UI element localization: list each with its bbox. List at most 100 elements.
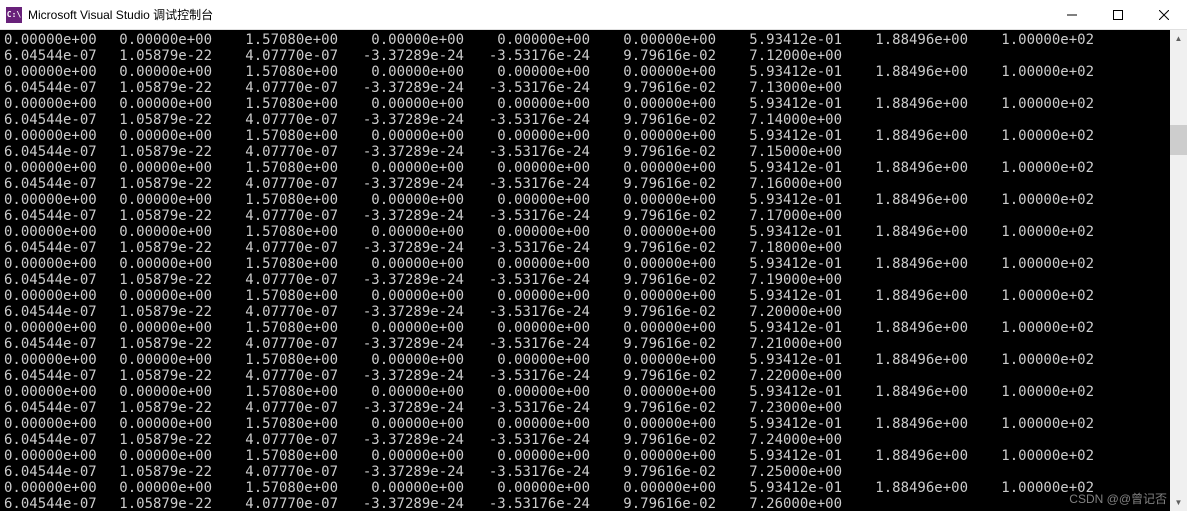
scroll-down-arrow-icon[interactable]: ▼ (1170, 494, 1187, 511)
console-row: 6.04544e-071.05879e-224.07770e-07-3.3728… (4, 464, 1187, 480)
console-cell: 0.00000e+00 (356, 128, 482, 144)
console-row: 6.04544e-071.05879e-224.07770e-07-3.3728… (4, 240, 1187, 256)
console-row: 6.04544e-071.05879e-224.07770e-07-3.3728… (4, 48, 1187, 64)
console-cell: 7.13000e+00 (734, 80, 860, 96)
console-cell: 1.05879e-22 (104, 176, 230, 192)
console-cell: 0.00000e+00 (608, 160, 734, 176)
console-cell: -3.37289e-24 (356, 208, 482, 224)
window-controls (1049, 0, 1187, 29)
scroll-up-arrow-icon[interactable]: ▲ (1170, 30, 1187, 47)
console-cell: 4.07770e-07 (230, 272, 356, 288)
console-cell (860, 48, 986, 64)
console-cell: 1.57080e+00 (230, 384, 356, 400)
console-row: 0.00000e+000.00000e+001.57080e+000.00000… (4, 224, 1187, 240)
console-cell (986, 144, 1112, 160)
console-cell: 0.00000e+00 (104, 288, 230, 304)
console-cell: 0.00000e+00 (356, 416, 482, 432)
console-cell: 1.57080e+00 (230, 256, 356, 272)
console-output[interactable]: 0.00000e+000.00000e+001.57080e+000.00000… (0, 30, 1187, 511)
console-cell: -3.37289e-24 (356, 400, 482, 416)
console-cell: 9.79616e-02 (608, 400, 734, 416)
console-cell: 7.23000e+00 (734, 400, 860, 416)
console-cell: 1.57080e+00 (230, 64, 356, 80)
scroll-thumb[interactable] (1170, 125, 1187, 155)
console-cell: 0.00000e+00 (104, 32, 230, 48)
console-cell: -3.53176e-24 (482, 144, 608, 160)
console-cell (860, 208, 986, 224)
console-cell: -3.53176e-24 (482, 496, 608, 511)
console-cell: 1.05879e-22 (104, 144, 230, 160)
console-cell: 0.00000e+00 (4, 352, 104, 368)
console-row: 6.04544e-071.05879e-224.07770e-07-3.3728… (4, 336, 1187, 352)
console-cell (986, 112, 1112, 128)
console-cell: 0.00000e+00 (482, 384, 608, 400)
console-cell: 6.04544e-07 (4, 336, 104, 352)
console-cell: 1.00000e+02 (986, 416, 1112, 432)
console-cell: 0.00000e+00 (104, 416, 230, 432)
console-cell: 4.07770e-07 (230, 112, 356, 128)
console-cell: 1.57080e+00 (230, 480, 356, 496)
console-row: 6.04544e-071.05879e-224.07770e-07-3.3728… (4, 112, 1187, 128)
vertical-scrollbar[interactable]: ▲ ▼ (1170, 30, 1187, 511)
console-row: 6.04544e-071.05879e-224.07770e-07-3.3728… (4, 208, 1187, 224)
console-cell: 6.04544e-07 (4, 240, 104, 256)
console-cell: 4.07770e-07 (230, 464, 356, 480)
console-cell: 0.00000e+00 (608, 256, 734, 272)
console-cell: 1.05879e-22 (104, 336, 230, 352)
console-cell: 7.17000e+00 (734, 208, 860, 224)
console-cell: 9.79616e-02 (608, 48, 734, 64)
console-cell (860, 496, 986, 511)
console-cell: -3.53176e-24 (482, 176, 608, 192)
console-cell: 1.05879e-22 (104, 208, 230, 224)
console-cell: 0.00000e+00 (104, 160, 230, 176)
console-cell: 9.79616e-02 (608, 240, 734, 256)
watermark: CSDN @@曾记否 (1069, 490, 1167, 507)
console-cell: 4.07770e-07 (230, 176, 356, 192)
console-cell: 7.20000e+00 (734, 304, 860, 320)
console-cell: 0.00000e+00 (4, 192, 104, 208)
console-cell: 5.93412e-01 (734, 352, 860, 368)
console-cell: -3.37289e-24 (356, 176, 482, 192)
console-cell: 4.07770e-07 (230, 400, 356, 416)
console-cell: -3.53176e-24 (482, 368, 608, 384)
console-cell: -3.53176e-24 (482, 304, 608, 320)
maximize-button[interactable] (1095, 0, 1141, 29)
minimize-button[interactable] (1049, 0, 1095, 29)
console-cell: 1.05879e-22 (104, 432, 230, 448)
console-cell: 1.88496e+00 (860, 352, 986, 368)
console-cell: 0.00000e+00 (482, 160, 608, 176)
console-row: 0.00000e+000.00000e+001.57080e+000.00000… (4, 192, 1187, 208)
console-cell (986, 304, 1112, 320)
console-cell: -3.53176e-24 (482, 272, 608, 288)
console-cell: 0.00000e+00 (4, 320, 104, 336)
console-cell: 5.93412e-01 (734, 64, 860, 80)
console-cell: 1.57080e+00 (230, 352, 356, 368)
close-button[interactable] (1141, 0, 1187, 29)
console-cell: 1.88496e+00 (860, 256, 986, 272)
console-cell: -3.53176e-24 (482, 432, 608, 448)
console-cell (986, 464, 1112, 480)
console-cell: 5.93412e-01 (734, 448, 860, 464)
console-cell (860, 272, 986, 288)
console-cell: 5.93412e-01 (734, 256, 860, 272)
console-row: 6.04544e-071.05879e-224.07770e-07-3.3728… (4, 432, 1187, 448)
console-cell: 6.04544e-07 (4, 176, 104, 192)
console-cell: 0.00000e+00 (356, 448, 482, 464)
console-cell: 1.88496e+00 (860, 64, 986, 80)
console-cell: 7.15000e+00 (734, 144, 860, 160)
console-cell: 1.57080e+00 (230, 128, 356, 144)
console-cell: 0.00000e+00 (4, 96, 104, 112)
console-cell (860, 144, 986, 160)
titlebar[interactable]: C:\ Microsoft Visual Studio 调试控制台 (0, 0, 1187, 30)
console-cell: 0.00000e+00 (104, 96, 230, 112)
console-cell: 9.79616e-02 (608, 304, 734, 320)
console-cell: 1.00000e+02 (986, 128, 1112, 144)
console-cell: 5.93412e-01 (734, 96, 860, 112)
console-row: 0.00000e+000.00000e+001.57080e+000.00000… (4, 384, 1187, 400)
console-cell: 0.00000e+00 (4, 224, 104, 240)
console-cell: 9.79616e-02 (608, 80, 734, 96)
console-cell: 5.93412e-01 (734, 192, 860, 208)
console-row: 0.00000e+000.00000e+001.57080e+000.00000… (4, 320, 1187, 336)
console-cell (986, 48, 1112, 64)
console-cell: -3.53176e-24 (482, 240, 608, 256)
